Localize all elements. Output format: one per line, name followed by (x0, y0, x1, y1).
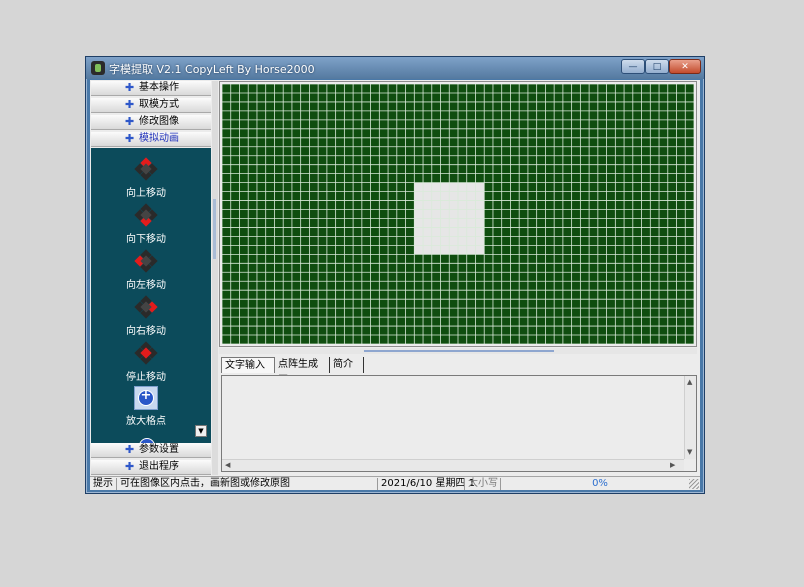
stop-dpad-icon (134, 341, 158, 365)
plus-icon: ✚ (125, 115, 135, 128)
plus-icon: ✚ (125, 98, 135, 111)
image-grid-area[interactable] (219, 81, 697, 347)
arrow-up-dpad-icon (134, 157, 158, 181)
tab-dot-matrix[interactable]: 点阵生成区 (275, 357, 330, 386)
splitter-grip[interactable] (364, 350, 554, 352)
plus-icon: ✚ (125, 81, 135, 94)
vertical-splitter[interactable] (212, 81, 218, 475)
tab-intro[interactable]: 简介 (330, 357, 364, 373)
status-caps: 大小写 (464, 478, 500, 490)
title-bar[interactable]: 字模提取 V2.1 CopyLeft By Horse2000 — □ ✕ (86, 57, 704, 79)
status-message: 可在图像区内点击，画新图或修改原图 (116, 478, 377, 490)
splitter-grip[interactable] (213, 199, 216, 259)
horizontal-splitter[interactable] (219, 348, 697, 354)
menu-label: 参数设置 (139, 444, 179, 455)
move-down-label: 向下移动 (126, 234, 166, 245)
resize-grip-icon[interactable] (689, 479, 699, 489)
menu-settings[interactable]: ✚ 参数设置 (91, 443, 211, 458)
window-title: 字模提取 V2.1 CopyLeft By Horse2000 (109, 63, 315, 76)
app-window: 字模提取 V2.1 CopyLeft By Horse2000 — □ ✕ ✚ … (85, 56, 705, 494)
menu-simulate-animation[interactable]: ✚ 模拟动画 (91, 132, 211, 147)
scroll-up-arrow-icon[interactable]: ▲ (687, 378, 692, 386)
menu-label: 退出程序 (139, 461, 179, 472)
arrow-left-dpad-icon (134, 249, 158, 273)
menu-exit[interactable]: ✚ 退出程序 (91, 460, 211, 475)
menu-edit-image[interactable]: ✚ 修改图像 (91, 115, 211, 130)
maximize-button[interactable]: □ (645, 59, 669, 74)
animation-panel: 向上移动 向下移动 向左移动 向右移动 停止移动 + 放大格点 ▼ (91, 148, 211, 443)
move-left-label: 向左移动 (126, 280, 166, 291)
arrow-right-dpad-icon (134, 295, 158, 319)
menu-label: 修改图像 (139, 116, 179, 127)
plus-icon: ✚ (125, 460, 135, 473)
tab-text-input[interactable]: 文字输入区 (221, 357, 275, 387)
left-menu-panel: ✚ 基本操作 ✚ 取模方式 ✚ 修改图像 ✚ 模拟动画 向上移动 向下移动 向左… (91, 81, 211, 475)
status-bar: 提示 可在图像区内点击，画新图或修改原图 2021/6/10 星期四 1 大小写… (90, 476, 700, 490)
client-area: ✚ 基本操作 ✚ 取模方式 ✚ 修改图像 ✚ 模拟动画 向上移动 向下移动 向左… (90, 80, 700, 490)
menu-label: 模拟动画 (139, 133, 179, 144)
close-button[interactable]: ✕ (669, 59, 701, 74)
plus-icon: ✚ (125, 443, 135, 456)
zoom-grid-label: 放大格点 (126, 416, 166, 427)
app-icon (91, 61, 105, 75)
menu-basic-ops[interactable]: ✚ 基本操作 (91, 81, 211, 96)
zoom-in-icon (134, 386, 158, 410)
text-input-area[interactable]: ▲ ▼ ◀ ▶ (221, 375, 697, 472)
minimize-button[interactable]: — (621, 59, 645, 74)
menu-label: 基本操作 (139, 82, 179, 93)
scroll-right-arrow-icon[interactable]: ▶ (670, 461, 675, 469)
vertical-scrollbar[interactable]: ▲ ▼ (684, 376, 696, 459)
move-up-label: 向上移动 (126, 188, 166, 199)
horizontal-scrollbar[interactable]: ◀ ▶ (222, 459, 684, 471)
status-date: 2021/6/10 星期四 1 (377, 478, 475, 490)
status-label: 提示 (93, 478, 113, 489)
scroll-down-button[interactable]: ▼ (195, 425, 207, 437)
plus-icon: ✚ (125, 132, 135, 145)
arrow-down-dpad-icon (134, 203, 158, 227)
stop-move-label: 停止移动 (126, 372, 166, 383)
menu-label: 取模方式 (139, 99, 179, 110)
pixel-grid[interactable] (222, 84, 694, 344)
scroll-left-arrow-icon[interactable]: ◀ (225, 461, 230, 469)
move-right-label: 向右移动 (126, 326, 166, 337)
menu-modeling-mode[interactable]: ✚ 取模方式 (91, 98, 211, 113)
status-progress: 0% (500, 478, 696, 490)
scroll-down-arrow-icon[interactable]: ▼ (687, 448, 692, 456)
